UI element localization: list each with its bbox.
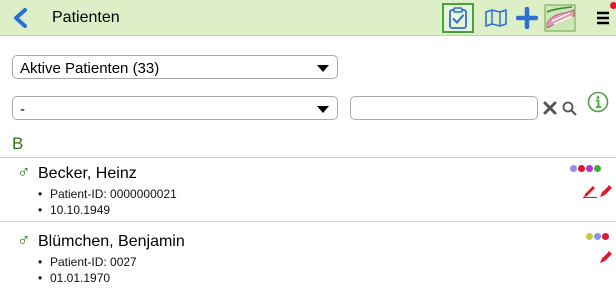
group-letter: B bbox=[12, 134, 24, 153]
status-dot bbox=[570, 165, 577, 172]
male-icon: ♂ bbox=[17, 162, 31, 182]
back-icon[interactable] bbox=[10, 7, 30, 29]
patient-row[interactable]: ♂ Blümchen, Benjamin • Patient-ID: 0027 •… bbox=[0, 228, 616, 290]
search-icon[interactable] bbox=[560, 98, 578, 118]
status-dot bbox=[594, 165, 601, 172]
status-dot bbox=[602, 233, 609, 240]
male-icon: ♂ bbox=[17, 230, 31, 250]
clear-icon[interactable] bbox=[541, 98, 559, 118]
chevron-down-icon bbox=[317, 65, 329, 72]
top-bar: Patienten bbox=[0, 0, 616, 36]
status-dot bbox=[586, 233, 593, 240]
category-value: - bbox=[20, 101, 25, 118]
clipboard-check-icon[interactable] bbox=[442, 3, 474, 33]
patient-birthdate: • 01.01.1970 bbox=[38, 271, 111, 285]
patient-name: Blümchen, Benjamin bbox=[38, 233, 185, 250]
status-dots bbox=[586, 233, 609, 240]
category-select[interactable]: - bbox=[12, 96, 338, 120]
patient-status-value: Aktive Patienten (33) bbox=[20, 60, 160, 77]
marker-icon[interactable] bbox=[598, 182, 614, 198]
chevron-down-icon bbox=[317, 106, 329, 113]
notification-badge bbox=[610, 2, 616, 9]
info-icon[interactable] bbox=[587, 91, 609, 113]
divider bbox=[0, 221, 616, 222]
status-dots bbox=[570, 165, 601, 172]
search-input[interactable] bbox=[350, 96, 538, 120]
patient-id: • Patient-ID: 0027 bbox=[38, 255, 137, 269]
divider bbox=[0, 157, 616, 158]
menu-icon[interactable] bbox=[592, 2, 616, 32]
status-dot bbox=[586, 165, 593, 172]
patient-birthdate: • 10.10.1949 bbox=[38, 203, 111, 217]
hand-icon[interactable] bbox=[543, 4, 577, 32]
plus-icon[interactable] bbox=[512, 4, 542, 32]
patient-row[interactable]: ♂ Becker, Heinz • Patient-ID: 0000000021 … bbox=[0, 160, 616, 222]
page-title: Patienten bbox=[52, 9, 120, 26]
marker-icon[interactable] bbox=[598, 248, 614, 264]
status-dot bbox=[594, 233, 601, 240]
patient-status-select[interactable]: Aktive Patienten (33) bbox=[12, 55, 338, 79]
patient-id: • Patient-ID: 0000000021 bbox=[38, 187, 177, 201]
pen-line-icon[interactable] bbox=[582, 182, 598, 199]
map-icon[interactable] bbox=[481, 4, 511, 32]
patient-name: Becker, Heinz bbox=[38, 165, 137, 182]
status-dot bbox=[578, 165, 585, 172]
